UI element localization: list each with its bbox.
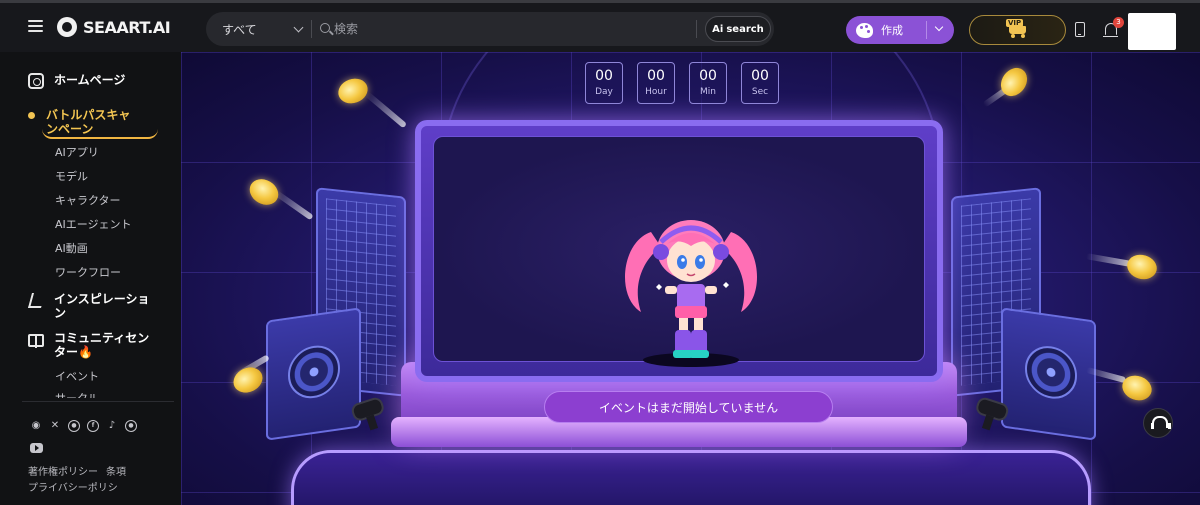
terms-link[interactable]: 条項 (106, 467, 126, 478)
sidebar-item-models[interactable]: モデル (55, 168, 88, 184)
fire-icon: 🔥 (78, 345, 93, 359)
sidebar-item-characters[interactable]: キャラクター (55, 192, 121, 208)
instagram-icon[interactable]: ● (68, 420, 80, 432)
countdown-days: 00 Day (585, 62, 623, 104)
countdown-hours: 00 Hour (637, 62, 675, 104)
countdown-label: Sec (751, 87, 769, 97)
menu-icon[interactable] (28, 20, 43, 33)
chevron-down-icon[interactable] (934, 22, 944, 32)
ai-search-label: search (726, 23, 764, 35)
sidebar-item-ai-apps[interactable]: AIアプリ (55, 144, 99, 160)
sidebar-item-ai-agents[interactable]: AIエージェント (55, 216, 132, 232)
sidebar-item-community[interactable]: コミュニティセンター🔥 (28, 331, 154, 359)
speaker-woofer (1025, 342, 1077, 403)
create-divider (926, 21, 927, 39)
chevron-down-icon[interactable] (293, 22, 304, 33)
discord-icon[interactable]: ◉ (30, 420, 42, 432)
sidebar-item-label: コミュニティセンター🔥 (54, 331, 150, 359)
countdown-seconds: 00 Sec (741, 62, 779, 104)
sidebar-item-label: インスピレーション (54, 292, 150, 320)
speaker-woofer (288, 342, 340, 402)
countdown-value: 00 (699, 68, 717, 84)
sidebar-item-workflow[interactable]: ワークフロー (55, 264, 121, 280)
home-icon (28, 73, 44, 89)
search-divider (311, 20, 312, 38)
sidebar-item-ai-video[interactable]: AI動画 (55, 240, 88, 256)
stage-floor (291, 450, 1091, 505)
notification-badge: 3 (1113, 17, 1124, 28)
youtube-icon[interactable] (30, 443, 43, 453)
support-headset-icon[interactable] (1143, 408, 1173, 438)
logo-mark-icon (57, 17, 77, 37)
coin-icon (28, 112, 35, 119)
sidebar-divider (22, 401, 174, 402)
search-scope-select[interactable]: すべて (222, 21, 257, 38)
privacy-link[interactable]: プライバシーポリシ (28, 483, 118, 494)
copyright-policy-link[interactable]: 著作権ポリシー (28, 467, 98, 478)
countdown-label: Hour (645, 87, 667, 97)
countdown-label: Day (595, 87, 613, 97)
x-icon[interactable]: ✕ (49, 420, 61, 432)
ai-search-button[interactable]: Ai search (705, 16, 771, 42)
countdown-value: 00 (595, 68, 613, 84)
facebook-icon[interactable]: f (87, 420, 99, 432)
social-links: ◉ ✕ ● f ♪ ● (30, 420, 137, 432)
battle-pass-underline (42, 129, 158, 139)
sidebar-item-events[interactable]: イベント (55, 368, 99, 384)
countdown-minutes: 00 Min (689, 62, 727, 104)
vip-tag: VIP (1006, 19, 1024, 27)
countdown-label: Min (700, 87, 716, 97)
countdown-value: 00 (751, 68, 769, 84)
logo[interactable]: SEAART.AI (57, 14, 171, 40)
search-divider (696, 20, 697, 38)
countdown-value: 00 (647, 68, 665, 84)
search-bar: すべて Ai search (206, 12, 774, 46)
sidebar-item-home[interactable]: ホームページ (28, 73, 125, 89)
create-label: 作成 (881, 24, 903, 37)
avatar[interactable] (1128, 13, 1176, 50)
sidebar-item-label: ホームページ (54, 73, 126, 87)
right-front-speaker (1001, 307, 1096, 441)
left-front-speaker (266, 307, 361, 441)
event-countdown: 00 Day 00 Hour 00 Min 00 Sec (585, 62, 779, 104)
sidebar-item-circles[interactable]: サークル (55, 390, 99, 398)
phone-icon[interactable] (1075, 22, 1085, 37)
top-bar: SEAART.AI すべて Ai search 作成 VIP 3 (0, 0, 1200, 52)
ai-search-prefix: Ai (712, 23, 724, 35)
event-not-started-button[interactable]: イベントはまだ開始していません (544, 391, 833, 423)
palette-icon (856, 22, 873, 38)
search-icon (320, 23, 330, 33)
mascot-character (624, 220, 758, 367)
search-input[interactable] (334, 19, 694, 39)
event-stage: 00 Day 00 Hour 00 Min 00 Sec イベントはまだ開始して… (181, 52, 1200, 505)
inspiration-icon (28, 292, 44, 308)
footer-links: 著作権ポリシー 条項 プライバシーポリシ (28, 465, 134, 497)
sidebar: ホームページ バトルパスキャンペーン AIアプリ モデル キャラクター AIエー… (0, 52, 180, 505)
create-button[interactable]: 作成 (846, 16, 954, 44)
sidebar-item-inspiration[interactable]: インスピレーション (28, 292, 154, 320)
logo-text: SEAART.AI (83, 17, 171, 37)
gift-icon (28, 334, 44, 348)
vip-cart-button[interactable]: VIP (969, 15, 1066, 45)
reddit-icon[interactable]: ● (125, 420, 137, 432)
tiktok-icon[interactable]: ♪ (106, 420, 118, 432)
